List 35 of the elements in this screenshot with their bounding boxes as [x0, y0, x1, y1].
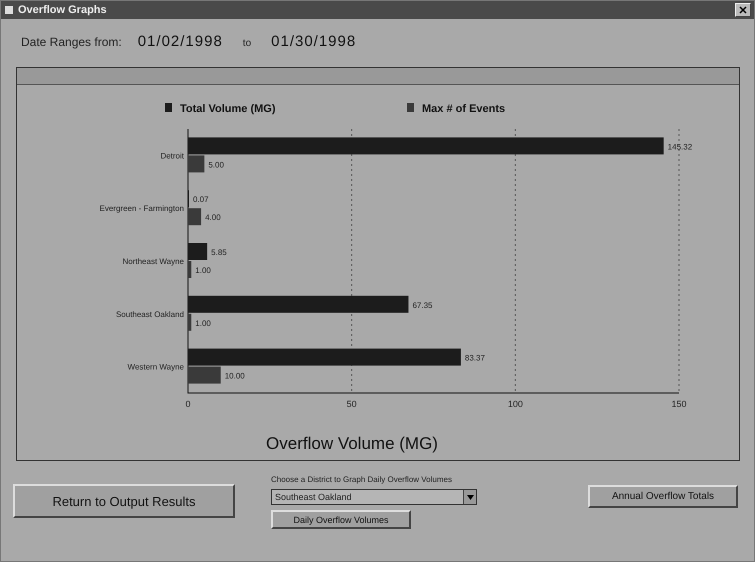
district-dropdown[interactable]: Southeast Oakland: [271, 489, 477, 505]
window-title: Overflow Graphs: [18, 4, 108, 16]
close-button[interactable]: [735, 3, 751, 17]
tick-label: 100: [508, 399, 523, 409]
tick-label: 50: [346, 399, 357, 409]
legend-label: Total Volume (MG): [180, 103, 276, 115]
return-button[interactable]: Return to Output Results: [13, 484, 235, 518]
category-label: Evergreen - Farmington: [100, 204, 184, 214]
data-label: 0.07: [193, 195, 209, 204]
end-date: 01/30/1998: [271, 33, 356, 50]
data-label: 83.37: [464, 354, 485, 363]
category-label: Northeast Wayne: [122, 257, 184, 266]
daily-volumes-button[interactable]: Daily Overflow Volumes: [271, 510, 411, 529]
category-label: Detroit: [160, 151, 184, 160]
start-date: 01/02/1998: [138, 33, 223, 50]
data-label: 1.00: [195, 318, 211, 328]
date-separator: to: [242, 38, 252, 49]
tick-label: 0: [186, 399, 190, 409]
legend-label: Max # of Events: [422, 103, 506, 115]
data-label: 4.00: [205, 213, 221, 222]
annual-totals-button[interactable]: Annual Overflow Totals: [588, 485, 738, 508]
date-range-label: Date Ranges from:: [21, 35, 122, 49]
district-prompt: Choose a District to Graph Daily Overflow Volumes: [271, 475, 453, 484]
app-icon: [4, 5, 14, 15]
data-label: 145.32: [668, 142, 692, 152]
data-label: 1.00: [195, 266, 211, 275]
close-icon: [739, 6, 747, 14]
axis-title: Overflow Volume (MG): [266, 434, 438, 453]
category-label: Southeast Oakland: [116, 310, 184, 319]
data-label: 5.85: [211, 248, 227, 257]
data-label: 5.00: [208, 160, 224, 170]
category-label: Western Wayne: [128, 362, 184, 372]
data-label: 10.00: [224, 372, 245, 381]
data-label: 67.35: [412, 300, 432, 310]
tick-label: 150: [671, 399, 687, 409]
